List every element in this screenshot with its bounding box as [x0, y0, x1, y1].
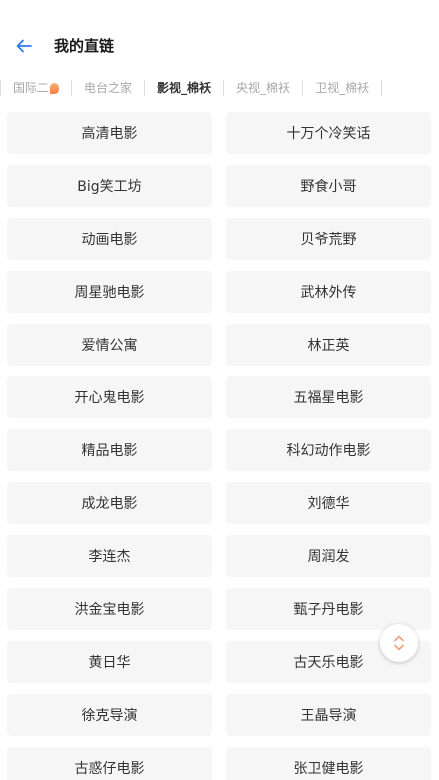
- link-item[interactable]: 爱情公寓: [7, 323, 212, 366]
- tab-bar: 国际二 电台之家 影视_棉袄 央视_棉袄 卫视_棉袄: [0, 72, 439, 104]
- tab-1[interactable]: 电台之家: [72, 72, 144, 104]
- link-item[interactable]: 贝爷荒野: [226, 217, 431, 260]
- link-item[interactable]: 黄日华: [7, 640, 212, 683]
- tab-0[interactable]: 国际二: [1, 72, 71, 104]
- scroll-toggle-button[interactable]: [380, 624, 418, 662]
- tab-label: 国际二: [13, 81, 50, 95]
- link-item[interactable]: 野食小哥: [226, 164, 431, 207]
- link-item[interactable]: 古惑仔电影: [7, 746, 212, 780]
- header: 我的直链: [0, 28, 439, 66]
- link-item[interactable]: 开心鬼电影: [7, 376, 212, 419]
- link-item[interactable]: 林正英: [226, 323, 431, 366]
- badge-icon: [50, 82, 60, 94]
- link-item[interactable]: 洪金宝电影: [7, 588, 212, 631]
- link-item[interactable]: 精品电影: [7, 429, 212, 472]
- tab-label: 卫视_棉袄: [315, 81, 370, 95]
- chevron-up-down-icon: [394, 635, 404, 651]
- link-item[interactable]: 十万个冷笑话: [226, 112, 431, 154]
- tab-2[interactable]: 影视_棉袄: [145, 72, 223, 104]
- page-title: 我的直链: [54, 37, 115, 55]
- tab-label: 影视_棉袄: [157, 81, 212, 95]
- link-item[interactable]: 王晶导演: [226, 693, 431, 736]
- link-grid: 高清电影 十万个冷笑话 Big笑工坊 野食小哥 动画电影 贝爷荒野 周星驰电影 武林外传 爱情公…: [7, 112, 433, 780]
- link-item[interactable]: 动画电影: [7, 217, 212, 260]
- link-item[interactable]: 科幻动作电影: [226, 429, 431, 472]
- link-item[interactable]: 刘德华: [226, 482, 431, 525]
- link-item[interactable]: 高清电影: [7, 112, 212, 154]
- link-item[interactable]: 张卫健电影: [226, 746, 431, 780]
- link-item[interactable]: Big笑工坊: [7, 164, 212, 207]
- back-button[interactable]: [10, 32, 38, 60]
- link-item[interactable]: 武林外传: [226, 270, 431, 313]
- link-item[interactable]: 成龙电影: [7, 482, 212, 525]
- tab-3[interactable]: 央视_棉袄: [224, 72, 302, 104]
- tab-4[interactable]: 卫视_棉袄: [303, 72, 381, 104]
- tab-label: 央视_棉袄: [236, 81, 291, 95]
- page: 我的直链 国际二 电台之家 影视_棉袄 央视_棉袄 卫视_棉袄 高清电影 十万个冷笑话 Bi…: [0, 0, 439, 780]
- link-item[interactable]: 徐克导演: [7, 693, 212, 736]
- arrow-left-icon: [16, 39, 32, 53]
- link-item[interactable]: 李连杰: [7, 535, 212, 578]
- tab-label: 电台之家: [84, 81, 133, 95]
- link-item[interactable]: 五福星电影: [226, 376, 431, 419]
- link-item[interactable]: 周星驰电影: [7, 270, 212, 313]
- link-item[interactable]: 周润发: [226, 535, 431, 578]
